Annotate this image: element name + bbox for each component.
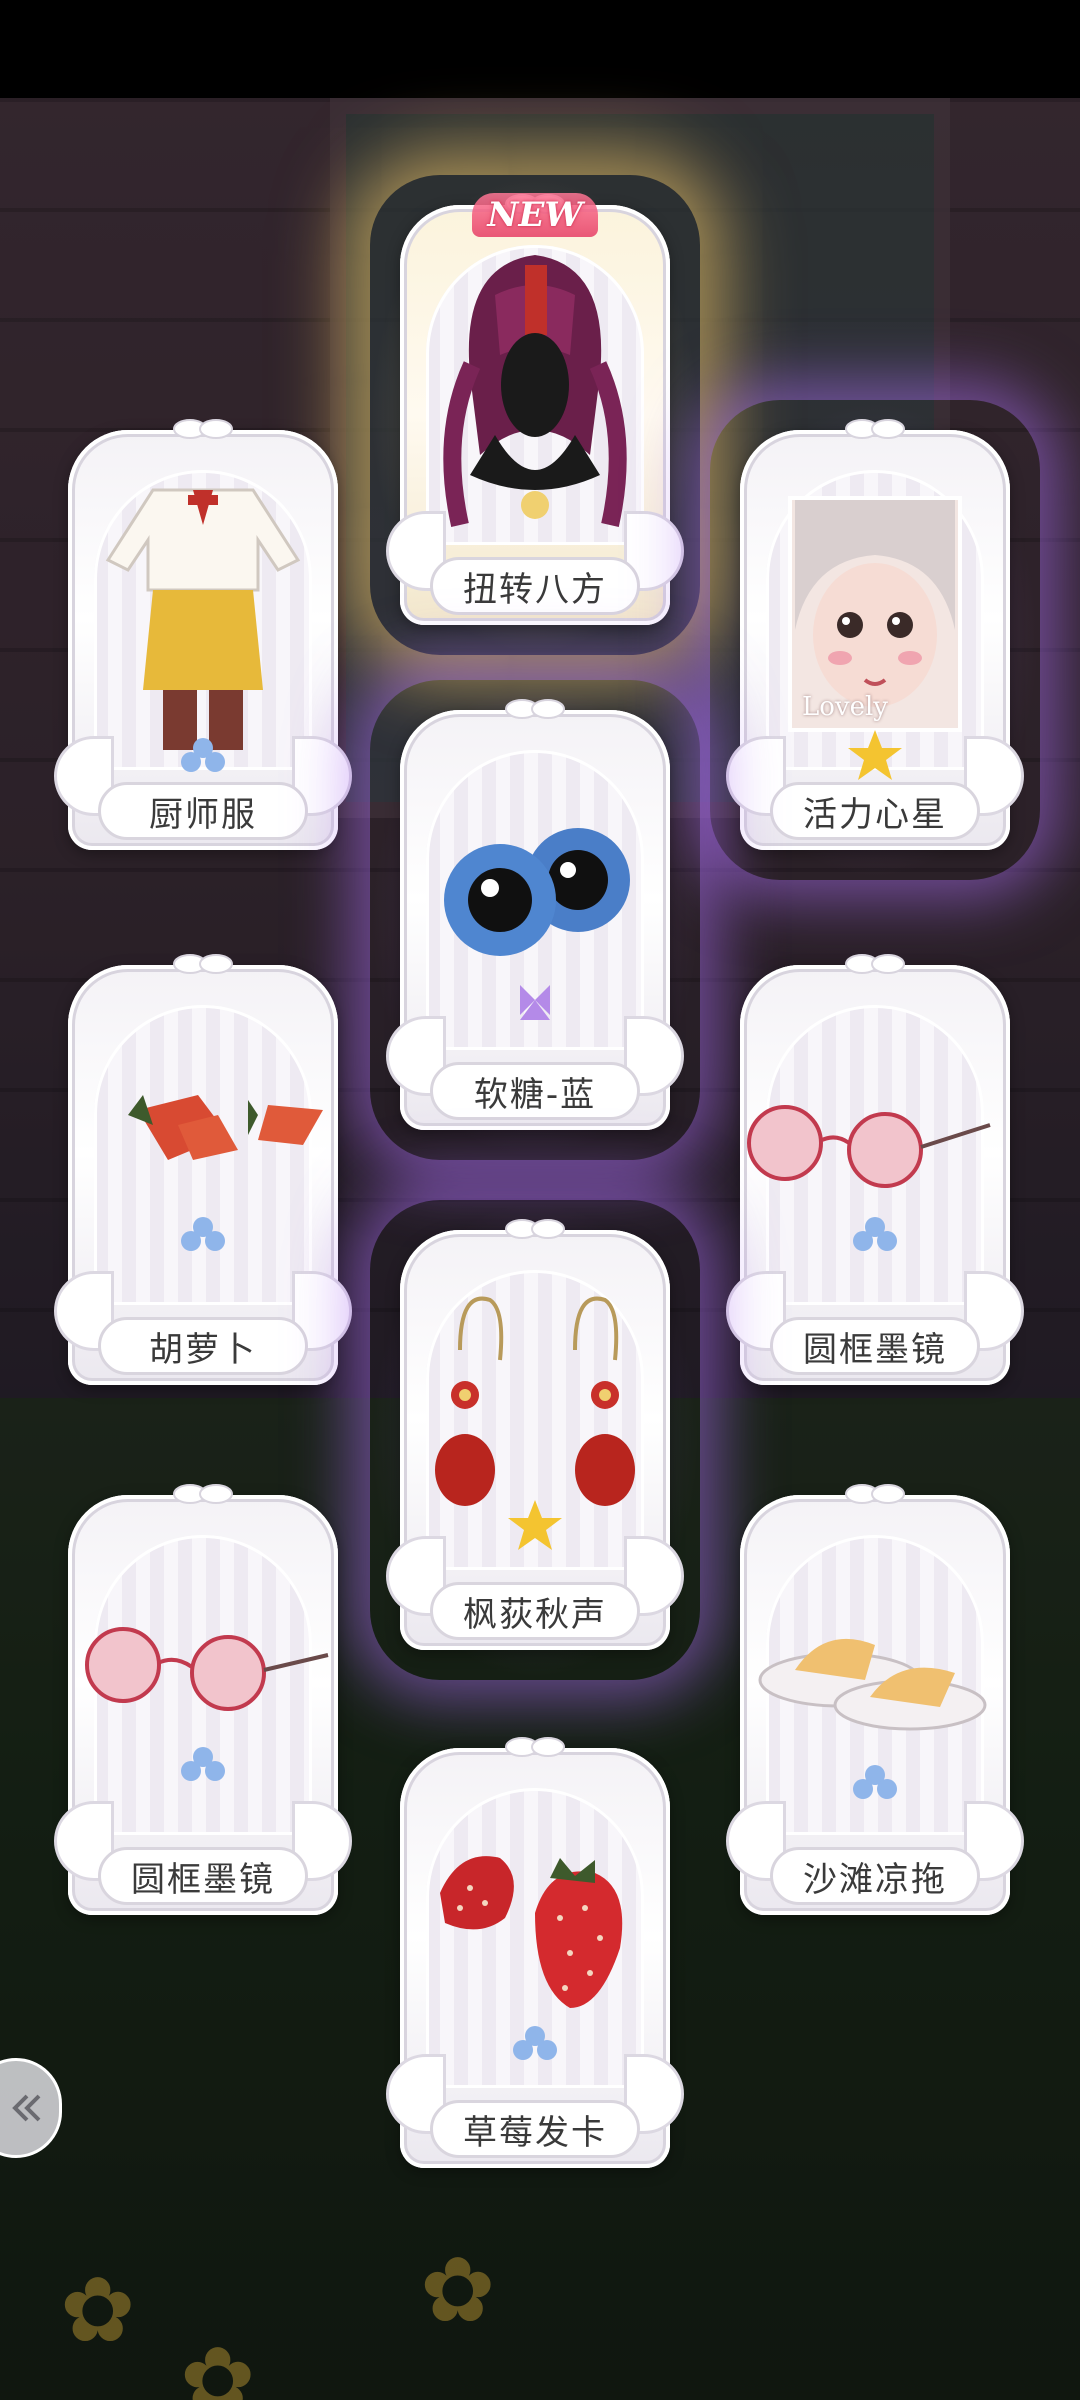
card-name-plate: 软糖-蓝 bbox=[430, 1062, 640, 1120]
double-chevron-left-icon bbox=[12, 2094, 41, 2122]
reward-card-chef-outfit[interactable]: 厨师服 bbox=[54, 419, 352, 850]
card-name-plate: 胡萝卜 bbox=[98, 1317, 308, 1375]
card-name: 圆框墨镜 bbox=[131, 1859, 275, 1900]
card-name: 圆框墨镜 bbox=[803, 1329, 947, 1370]
card-name: 扭转八方 bbox=[463, 569, 607, 610]
card-name-plate: 枫荻秋声 bbox=[430, 1582, 640, 1640]
status-bar bbox=[0, 0, 1080, 98]
card-name-plate: 圆框墨镜 bbox=[770, 1317, 980, 1375]
card-name-plate: 草莓发卡 bbox=[430, 2100, 640, 2158]
card-name: 胡萝卜 bbox=[149, 1329, 257, 1370]
reward-card-glasses[interactable]: 圆框墨镜 bbox=[54, 1484, 352, 1915]
portrait-caption: Lovely bbox=[802, 692, 888, 722]
ribbon-bow-icon bbox=[505, 1734, 565, 1760]
new-badge: NEW bbox=[472, 193, 598, 237]
card-name: 软糖-蓝 bbox=[473, 1074, 597, 1115]
reward-card-hair[interactable]: NEW 扭转八方 bbox=[370, 175, 700, 655]
reward-card-strawberry[interactable]: 草莓发卡 bbox=[386, 1737, 684, 2168]
card-name-plate: 活力心星 bbox=[770, 782, 980, 840]
ribbon-bow-icon bbox=[173, 1481, 233, 1507]
reward-card-makeup[interactable]: Lovely 活力心星 bbox=[710, 400, 1040, 880]
reward-card-slippers[interactable]: 沙滩凉拖 bbox=[726, 1484, 1024, 1915]
card-name-plate: 扭转八方 bbox=[430, 557, 640, 615]
card-name: 枫荻秋声 bbox=[463, 1594, 607, 1635]
card-name: 草莓发卡 bbox=[463, 2112, 607, 2153]
ribbon-bow-icon bbox=[845, 1481, 905, 1507]
ribbon-bow-icon bbox=[173, 416, 233, 442]
card-name: 沙滩凉拖 bbox=[803, 1859, 947, 1900]
reward-card-earrings[interactable]: 枫荻秋声 bbox=[370, 1200, 700, 1680]
card-name-plate: 圆框墨镜 bbox=[98, 1847, 308, 1905]
card-name-plate: 沙滩凉拖 bbox=[770, 1847, 980, 1905]
ribbon-bow-icon bbox=[505, 696, 565, 722]
card-name: 厨师服 bbox=[149, 794, 257, 835]
reward-card-eyes[interactable]: 软糖-蓝 bbox=[370, 680, 700, 1160]
ribbon-bow-icon bbox=[505, 1216, 565, 1242]
ribbon-bow-icon bbox=[845, 416, 905, 442]
ribbon-bow-icon bbox=[845, 951, 905, 977]
ribbon-bow-icon bbox=[173, 951, 233, 977]
card-name: 活力心星 bbox=[803, 794, 947, 835]
reward-card-carrot[interactable]: 胡萝卜 bbox=[54, 954, 352, 1385]
reward-card-glasses[interactable]: 圆框墨镜 bbox=[726, 954, 1024, 1385]
card-name-plate: 厨师服 bbox=[98, 782, 308, 840]
